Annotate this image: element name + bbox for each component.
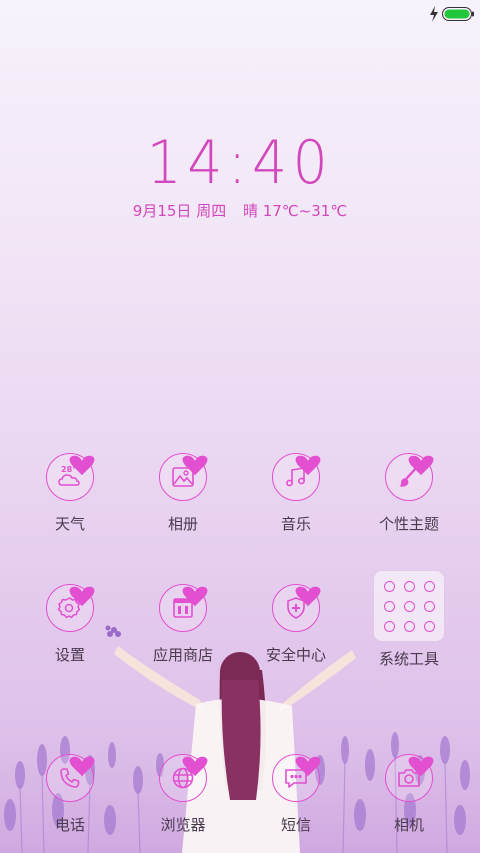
app-messages[interactable]: 短信 xyxy=(246,754,346,835)
clock-time[interactable]: 14:40 xyxy=(19,128,461,198)
app-weather[interactable]: 28° 天气 xyxy=(20,453,120,534)
heart-badge-icon xyxy=(408,455,434,476)
app-label: 相机 xyxy=(393,816,424,834)
heart-badge-icon xyxy=(182,586,208,607)
mini-app-icon xyxy=(423,580,435,592)
home-screen: 14:40 9月15日 周四 晴 17℃~31℃ 28° 天气 相册 音乐 个性… xyxy=(0,0,480,853)
charging-bolt-icon xyxy=(430,6,438,22)
heart-badge-icon xyxy=(182,455,208,476)
app-theme[interactable]: 个性主题 xyxy=(359,453,459,534)
heart-badge-icon xyxy=(69,455,95,476)
app-store[interactable]: 应用商店 xyxy=(133,584,233,665)
app-label: 天气 xyxy=(54,515,85,533)
app-label: 系统工具 xyxy=(378,650,439,668)
folder-icon xyxy=(373,570,445,642)
app-label: 安全中心 xyxy=(265,646,326,664)
heart-badge-icon xyxy=(408,756,434,777)
mini-app-icon xyxy=(423,620,435,632)
app-music[interactable]: 音乐 xyxy=(246,453,346,534)
app-label: 电话 xyxy=(54,816,85,834)
weather-text: 晴 17℃~31℃ xyxy=(242,202,348,220)
mini-app-icon xyxy=(383,600,395,612)
date-text: 9月15日 周四 xyxy=(132,202,227,220)
app-label: 浏览器 xyxy=(160,816,206,834)
app-label: 设置 xyxy=(54,646,85,664)
app-label: 音乐 xyxy=(280,515,311,533)
heart-badge-icon xyxy=(69,586,95,607)
app-label: 应用商店 xyxy=(152,646,213,664)
status-bar xyxy=(0,0,480,28)
battery-icon xyxy=(442,7,474,21)
app-label: 相册 xyxy=(167,515,198,533)
mini-app-icon xyxy=(403,600,415,612)
mini-app-icon xyxy=(383,620,395,632)
folder-system-tools[interactable]: 系统工具 xyxy=(359,570,459,669)
heart-badge-icon xyxy=(69,756,95,777)
app-camera[interactable]: 相机 xyxy=(359,754,459,835)
mini-app-icon xyxy=(423,600,435,612)
app-browser[interactable]: 浏览器 xyxy=(133,754,233,835)
heart-badge-icon xyxy=(182,756,208,777)
app-label: 个性主题 xyxy=(378,515,439,533)
mini-app-icon xyxy=(403,580,415,592)
date-weather-line[interactable]: 9月15日 周四 晴 17℃~31℃ xyxy=(0,200,480,221)
heart-badge-icon xyxy=(295,756,321,777)
heart-badge-icon xyxy=(295,455,321,476)
app-security[interactable]: 安全中心 xyxy=(246,584,346,665)
mini-app-icon xyxy=(403,620,415,632)
app-gallery[interactable]: 相册 xyxy=(133,453,233,534)
app-phone[interactable]: 电话 xyxy=(20,754,120,835)
mini-app-icon xyxy=(383,580,395,592)
app-label: 短信 xyxy=(280,816,311,834)
app-settings[interactable]: 设置 xyxy=(20,584,120,665)
heart-badge-icon xyxy=(295,586,321,607)
